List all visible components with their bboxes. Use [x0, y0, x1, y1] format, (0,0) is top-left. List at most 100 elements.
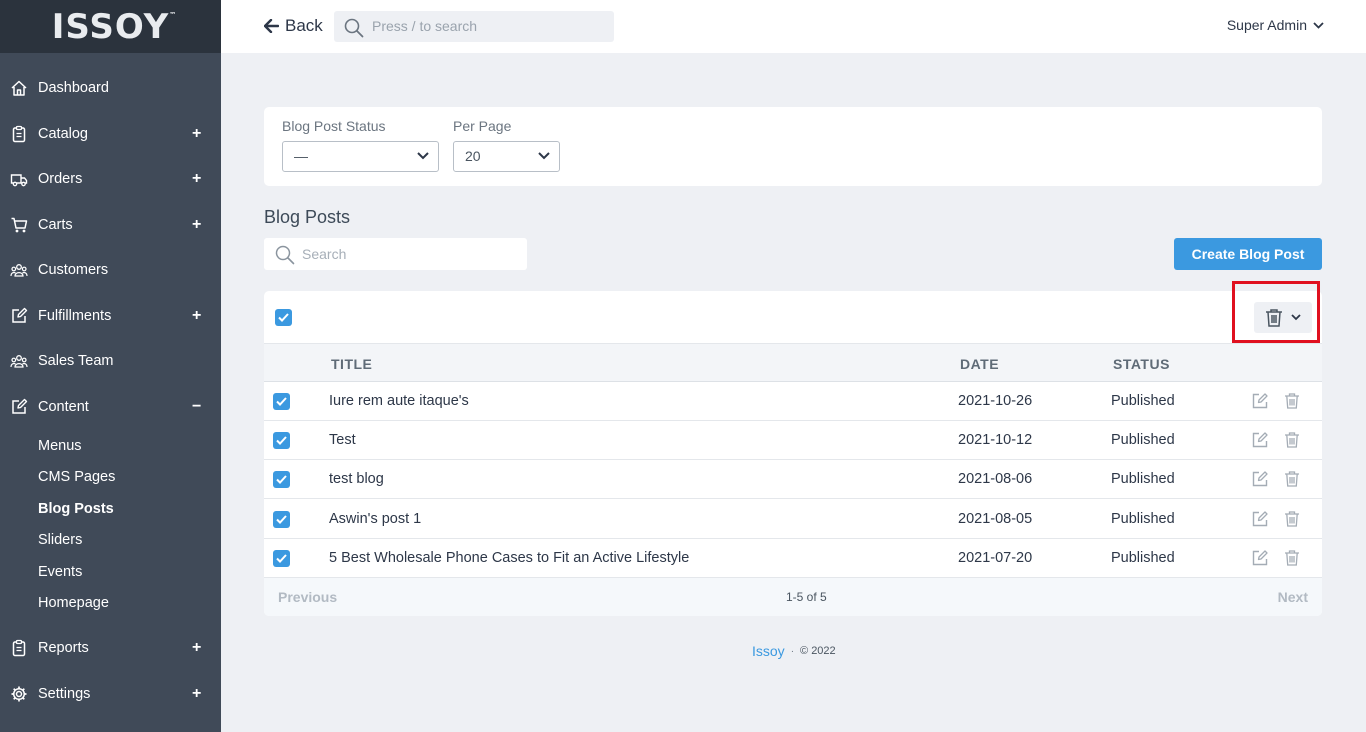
sidebar-item-label: Carts: [38, 217, 73, 233]
search-input[interactable]: Search: [264, 238, 527, 270]
clipboard-icon: [12, 125, 26, 143]
logo-text: ISSOY: [51, 6, 170, 47]
sidebar-item-label: Dashboard: [38, 80, 109, 96]
trash-icon[interactable]: [1283, 392, 1301, 410]
check-icon: [276, 397, 287, 406]
per-page-select[interactable]: 20: [453, 141, 560, 172]
trash-icon[interactable]: [1283, 510, 1301, 528]
user-menu[interactable]: Super Admin: [1227, 17, 1324, 33]
sidebar-item-settings[interactable]: Settings +: [0, 679, 221, 709]
per-page-value: 20: [465, 148, 481, 164]
status-filter-value: —: [294, 148, 308, 164]
table-row[interactable]: test blog 2021-08-06 Published: [264, 460, 1322, 500]
trash-icon[interactable]: [1283, 431, 1301, 449]
sidebar-subitem-menus[interactable]: Menus: [38, 438, 82, 454]
page-title: Blog Posts: [264, 207, 351, 227]
edit-icon[interactable]: [1251, 549, 1269, 567]
row-checkbox[interactable]: [273, 510, 290, 528]
sidebar-item-label: Customers: [38, 262, 109, 278]
expand-icon[interactable]: +: [192, 216, 201, 234]
previous-button[interactable]: Previous: [278, 589, 337, 605]
row-date: 2021-08-05: [958, 510, 1033, 527]
sidebar-item-label: Orders: [38, 171, 83, 187]
chevron-down-icon: [1313, 21, 1324, 29]
pagination: Previous 1-5 of 5 Next: [264, 578, 1322, 616]
row-checkbox[interactable]: [273, 393, 290, 410]
row-checkbox[interactable]: [273, 432, 290, 450]
next-button[interactable]: Next: [1278, 589, 1308, 605]
row-status: Published: [1111, 549, 1175, 566]
global-search-input[interactable]: Press / to search: [334, 11, 614, 42]
row-date: 2021-08-06: [958, 471, 1033, 488]
chevron-down-icon: [538, 152, 550, 160]
expand-icon[interactable]: +: [192, 125, 201, 143]
user-name: Super Admin: [1226, 17, 1307, 33]
logo-tm: ™: [169, 10, 178, 19]
sidebar-item-catalog[interactable]: Catalog +: [0, 119, 221, 149]
sidebar-item-reports[interactable]: Reports +: [0, 633, 221, 663]
column-status[interactable]: STATUS: [1113, 356, 1170, 372]
sidebar-item-content[interactable]: Content −: [0, 392, 221, 422]
row-date: 2021-10-12: [958, 432, 1033, 449]
footer-separator: ·: [790, 645, 795, 657]
edit-icon: [12, 307, 28, 323]
sidebar-subitem-sliders[interactable]: Sliders: [38, 532, 82, 548]
row-title[interactable]: Test: [329, 432, 356, 448]
table-row[interactable]: Test 2021-10-12 Published: [264, 421, 1322, 461]
expand-icon[interactable]: +: [192, 685, 201, 703]
sidebar-item-sales-team[interactable]: Sales Team: [0, 346, 221, 376]
gear-icon: [11, 686, 27, 702]
check-icon: [276, 554, 287, 563]
row-title[interactable]: Iure rem aute itaque's: [329, 393, 469, 409]
row-title[interactable]: test blog: [329, 471, 384, 487]
back-button[interactable]: Back: [264, 16, 323, 36]
row-checkbox[interactable]: [273, 549, 290, 567]
trash-icon[interactable]: [1283, 549, 1301, 567]
clipboard-icon: [12, 639, 26, 657]
table-row[interactable]: 5 Best Wholesale Phone Cases to Fit an A…: [264, 539, 1322, 578]
trash-icon[interactable]: [1283, 470, 1301, 488]
cart-icon: [11, 217, 28, 233]
logo[interactable]: ISSOY ™: [51, 6, 176, 47]
sidebar-item-carts[interactable]: Carts +: [0, 210, 221, 240]
expand-icon[interactable]: +: [192, 639, 201, 657]
sidebar-subitem-homepage[interactable]: Homepage: [38, 595, 109, 611]
pagination-count: 1-5 of 5: [786, 590, 827, 604]
edit-icon[interactable]: [1251, 470, 1269, 488]
sidebar-item-label: Reports: [38, 640, 89, 656]
collapse-icon[interactable]: −: [192, 398, 201, 416]
sidebar-item-label: Sales Team: [38, 353, 114, 369]
sidebar-item-dashboard[interactable]: Dashboard: [0, 73, 221, 103]
row-title[interactable]: 5 Best Wholesale Phone Cases to Fit an A…: [329, 550, 689, 566]
status-filter-label: Blog Post Status: [282, 118, 386, 134]
sidebar-subitem-events[interactable]: Events: [38, 564, 82, 580]
edit-icon[interactable]: [1251, 431, 1269, 449]
column-title[interactable]: TITLE: [331, 356, 372, 372]
global-search-placeholder: Press / to search: [372, 18, 478, 34]
chevron-down-icon: [417, 152, 429, 160]
select-all-checkbox[interactable]: [275, 309, 292, 326]
sidebar-item-orders[interactable]: Orders +: [0, 164, 221, 194]
row-checkbox[interactable]: [273, 471, 290, 489]
column-date[interactable]: DATE: [960, 356, 999, 372]
truck-icon: [10, 174, 28, 187]
expand-icon[interactable]: +: [192, 307, 201, 325]
footer-copyright: © 2022: [800, 645, 836, 657]
footer-brand-link[interactable]: Issoy: [752, 643, 785, 659]
status-filter-select[interactable]: —: [282, 141, 439, 172]
sidebar-subitem-blog-posts[interactable]: Blog Posts: [38, 501, 114, 517]
create-blog-post-button[interactable]: Create Blog Post: [1174, 238, 1322, 270]
expand-icon[interactable]: +: [192, 170, 201, 188]
table-header: TITLE DATE STATUS: [264, 343, 1322, 382]
edit-icon[interactable]: [1251, 510, 1269, 528]
row-title[interactable]: Aswin's post 1: [329, 511, 421, 527]
edit-icon[interactable]: [1251, 392, 1269, 410]
sidebar-subitem-cms-pages[interactable]: CMS Pages: [38, 469, 115, 485]
check-icon: [276, 514, 287, 524]
table-row[interactable]: Iure rem aute itaque's 2021-10-26 Publishe…: [264, 382, 1322, 421]
sidebar-item-label: Fulfillments: [38, 308, 112, 324]
back-label: Back: [285, 16, 323, 35]
sidebar-item-customers[interactable]: Customers: [0, 255, 221, 285]
table-row[interactable]: Aswin's post 1 2021-08-05 Published: [264, 500, 1322, 539]
sidebar-item-fulfillments[interactable]: Fulfillments +: [0, 301, 221, 331]
